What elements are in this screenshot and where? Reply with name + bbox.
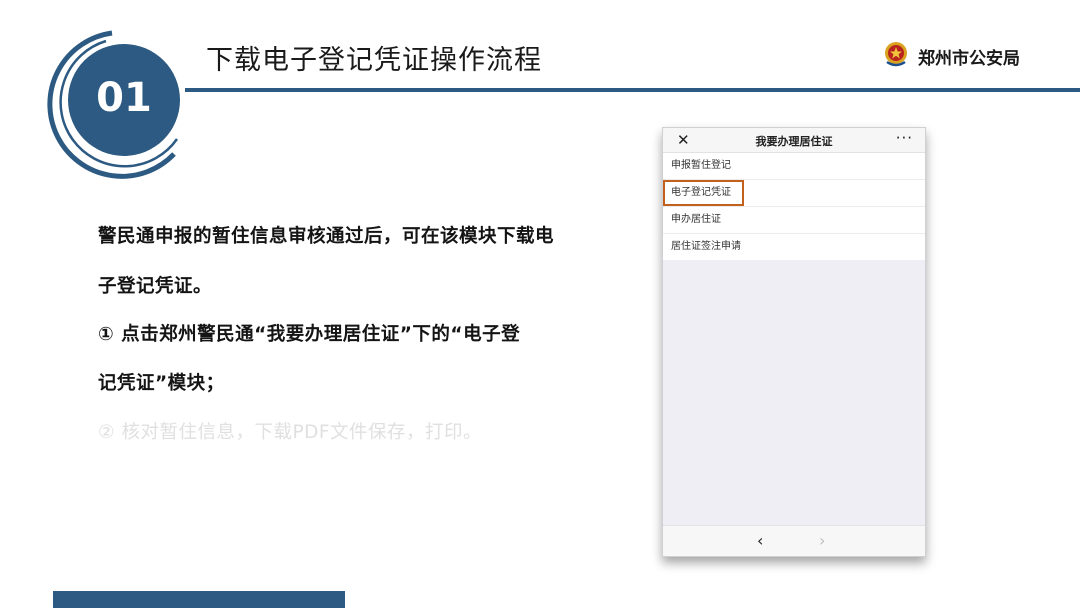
step-number: 01 [96,75,152,121]
step-1-line-1: ① 点击郑州警民通“我要办理居住证”下的“电子登 [98,324,521,345]
phone-nav-title: 我要办理居住证 [755,135,833,148]
menu-item-apply-residence-permit[interactable]: 申办居住证 [663,207,925,234]
phone-bottom-bar: ‹ › [663,525,925,556]
menu-list: 申报暂住登记 电子登记凭证 申办居住证 居住证签注申请 [663,153,925,260]
step-1-line-2: 记凭证”模块； [98,373,225,394]
brand-name: 郑州市公安局 [918,48,1020,69]
menu-item-e-certificate[interactable]: 电子登记凭证 [663,180,925,207]
more-icon[interactable]: ··· [896,129,913,147]
phone-nav-bar: ✕ 我要办理居住证 ··· [663,128,925,153]
menu-item-temp-registration[interactable]: 申报暂住登记 [663,153,925,180]
back-icon[interactable]: ‹ [757,531,763,550]
header-rule [185,88,1080,92]
step-2-text: ② 核对暂住信息，下载PDF文件保存，打印。 [98,422,483,443]
body-line-2: 子登记凭证。 [98,276,213,297]
phone-screenshot: ✕ 我要办理居住证 ··· 申报暂住登记 电子登记凭证 申办居住证 居住证签注申… [662,127,926,557]
forward-icon[interactable]: › [819,531,825,550]
menu-item-permit-endorsement[interactable]: 居住证签注申请 [663,234,925,260]
brand: 郑州市公安局 [882,40,1020,72]
step-badge: 01 [44,30,194,180]
body-line-1: 警民通申报的暂住信息审核通过后，可在该模块下载电 [98,226,555,247]
footer-bar [53,591,345,608]
page-title: 下载电子登记凭证操作流程 [206,45,542,76]
police-emblem-icon [882,40,910,72]
